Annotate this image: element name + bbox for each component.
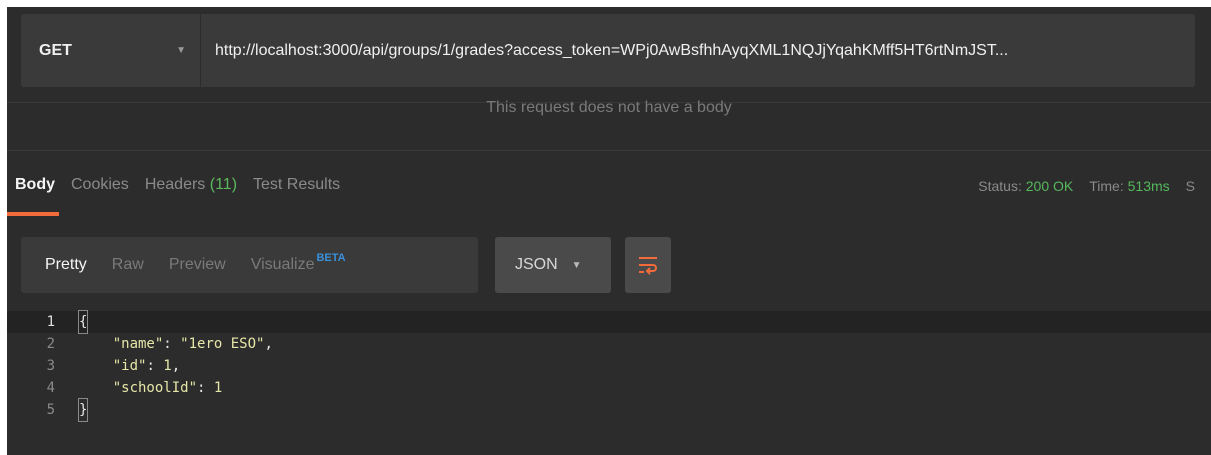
caret-down-icon: ▼	[571, 259, 582, 271]
tab-cookies[interactable]: Cookies	[71, 176, 129, 194]
tab-headers[interactable]: Headers (11)	[145, 176, 237, 194]
headers-count: (11)	[209, 176, 238, 193]
json-key: "id"	[112, 358, 147, 374]
json-value: "1ero ESO"	[180, 336, 265, 352]
language-select-value: JSON	[515, 256, 558, 273]
visualize-label: Visualize	[250, 256, 315, 273]
divider	[7, 150, 1211, 151]
wrap-lines-button[interactable]	[625, 237, 671, 293]
code-line: 1 {	[7, 310, 1211, 334]
request-bar: GET ▼ http://localhost:3000/api/groups/1…	[21, 14, 1195, 87]
json-value: 1	[213, 380, 223, 396]
status-label: Status:	[978, 178, 1022, 194]
status-value: 200 OK	[1025, 178, 1074, 194]
method-select[interactable]: GET ▼	[21, 14, 201, 87]
size-info[interactable]: S	[1186, 178, 1195, 194]
format-tabs: Pretty Raw Preview Visualize BETA	[21, 237, 478, 293]
json-value: 1	[163, 358, 172, 374]
postman-window: GET ▼ http://localhost:3000/api/groups/1…	[7, 7, 1211, 455]
response-meta: Status: 200 OK Time: 513ms S	[978, 178, 1211, 194]
code-line: 5 }	[7, 398, 1211, 422]
time-value: 513ms	[1127, 178, 1170, 194]
response-tabs: Body Cookies Headers (11) Test Results	[7, 176, 356, 216]
line-number: 2	[46, 336, 55, 352]
tab-body[interactable]: Body	[7, 176, 59, 216]
close-brace: }	[77, 398, 89, 422]
code-line: 3 "id": 1,	[7, 355, 1211, 377]
no-body-message: This request does not have a body	[486, 99, 732, 116]
format-raw[interactable]: Raw	[112, 256, 144, 274]
json-key: "schoolId"	[112, 380, 198, 396]
format-preview[interactable]: Preview	[169, 256, 226, 274]
code-line: 4 "schoolId": 1	[7, 377, 1211, 399]
line-number: 4	[46, 380, 55, 396]
format-visualize[interactable]: Visualize BETA	[250, 252, 346, 274]
code-line: 2 "name": "1ero ESO",	[7, 333, 1211, 355]
time-label: Time:	[1089, 178, 1124, 194]
caret-down-icon: ▼	[176, 45, 186, 56]
status-info[interactable]: Status: 200 OK	[978, 178, 1073, 194]
tab-headers-label: Headers	[144, 176, 206, 193]
tab-test-results[interactable]: Test Results	[253, 176, 340, 194]
url-input[interactable]: http://localhost:3000/api/groups/1/grade…	[201, 42, 1195, 60]
time-info[interactable]: Time: 513ms	[1089, 178, 1169, 194]
format-pretty[interactable]: Pretty	[45, 256, 87, 274]
json-key: "name"	[112, 336, 164, 352]
line-number: 1	[46, 314, 55, 330]
language-select[interactable]: JSON ▼	[495, 237, 611, 293]
beta-badge: BETA	[316, 252, 346, 264]
response-body-editor[interactable]: 1 { 2 "name": "1ero ESO", 3 "id": 1, 4 "…	[7, 310, 1211, 422]
line-number: 5	[46, 402, 55, 418]
line-number: 3	[46, 358, 55, 374]
method-label: GET	[39, 41, 72, 59]
open-brace: {	[77, 310, 89, 334]
wrap-lines-icon	[639, 257, 657, 275]
